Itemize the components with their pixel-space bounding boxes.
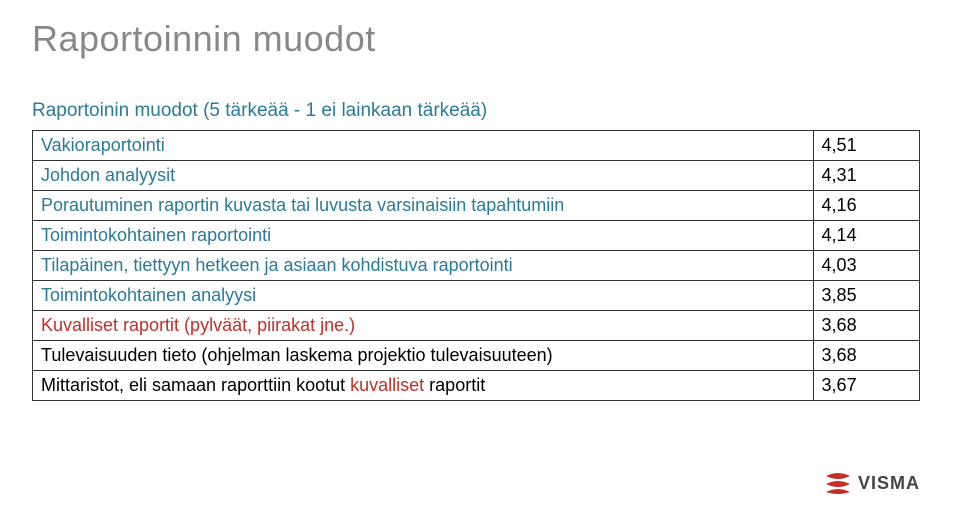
table-row: Toimintokohtainen analyysi 3,85 (33, 281, 920, 311)
label-part: raportit (429, 375, 485, 395)
table-subtitle: Raportoinin muodot (5 tärkeää - 1 ei lai… (32, 100, 920, 122)
table-row: Vakioraportointi 4,51 (33, 131, 920, 161)
table-row: Tulevaisuuden tieto (ohjelman laskema pr… (33, 341, 920, 371)
label-text: Tulevaisuuden tieto (ohjelman laskema pr… (41, 345, 553, 365)
table-cell-label: Porautuminen raportin kuvasta tai luvust… (33, 191, 814, 221)
report-table: Vakioraportointi 4,51 Johdon analyysit 4,31… (32, 130, 920, 401)
table-cell-label: Tulevaisuuden tieto (ohjelman laskema pr… (33, 341, 814, 371)
label-text: Porautuminen raportin kuvasta tai luvust… (41, 195, 564, 215)
visma-logo-text: VISMA (858, 473, 920, 494)
table-cell-value: 3,67 (813, 371, 919, 401)
table-cell-value: 3,68 (813, 341, 919, 371)
table-cell-label: Tilapäinen, tiettyyn hetkeen ja asiaan k… (33, 251, 814, 281)
visma-logo: VISMA (824, 472, 920, 494)
visma-logo-icon (824, 472, 852, 494)
table-cell-value: 4,03 (813, 251, 919, 281)
label-part: Mittaristot, eli samaan raporttiin kootu… (41, 375, 350, 395)
table-cell-label: Johdon analyysit (33, 161, 814, 191)
label-text: Toimintokohtainen raportointi (41, 225, 271, 245)
label-text: Johdon analyysit (41, 165, 175, 185)
label-text: Tilapäinen, tiettyyn hetkeen ja asiaan k… (41, 255, 513, 275)
table-row: Toimintokohtainen raportointi 4,14 (33, 221, 920, 251)
label-part: kuvalliset (350, 375, 429, 395)
page-title: Raportoinnin muodot (32, 18, 920, 60)
table-cell-label: Toimintokohtainen analyysi (33, 281, 814, 311)
table-cell-value: 4,16 (813, 191, 919, 221)
table-row: Kuvalliset raportit (pylväät, piirakat j… (33, 311, 920, 341)
label-text: Kuvalliset raportit (pylväät, piirakat j… (41, 315, 355, 335)
table-row: Porautuminen raportin kuvasta tai luvust… (33, 191, 920, 221)
table-cell-value: 3,85 (813, 281, 919, 311)
table-cell-value: 3,68 (813, 311, 919, 341)
table-cell-value: 4,51 (813, 131, 919, 161)
table-row: Tilapäinen, tiettyyn hetkeen ja asiaan k… (33, 251, 920, 281)
label-text: Toimintokohtainen analyysi (41, 285, 256, 305)
table-cell-value: 4,31 (813, 161, 919, 191)
table-cell-label: Toimintokohtainen raportointi (33, 221, 814, 251)
table-cell-value: 4,14 (813, 221, 919, 251)
label-text: Vakioraportointi (41, 135, 165, 155)
table-cell-label: Mittaristot, eli samaan raporttiin kootu… (33, 371, 814, 401)
table-row: Johdon analyysit 4,31 (33, 161, 920, 191)
table-row: Mittaristot, eli samaan raporttiin kootu… (33, 371, 920, 401)
table-cell-label: Kuvalliset raportit (pylväät, piirakat j… (33, 311, 814, 341)
table-cell-label: Vakioraportointi (33, 131, 814, 161)
